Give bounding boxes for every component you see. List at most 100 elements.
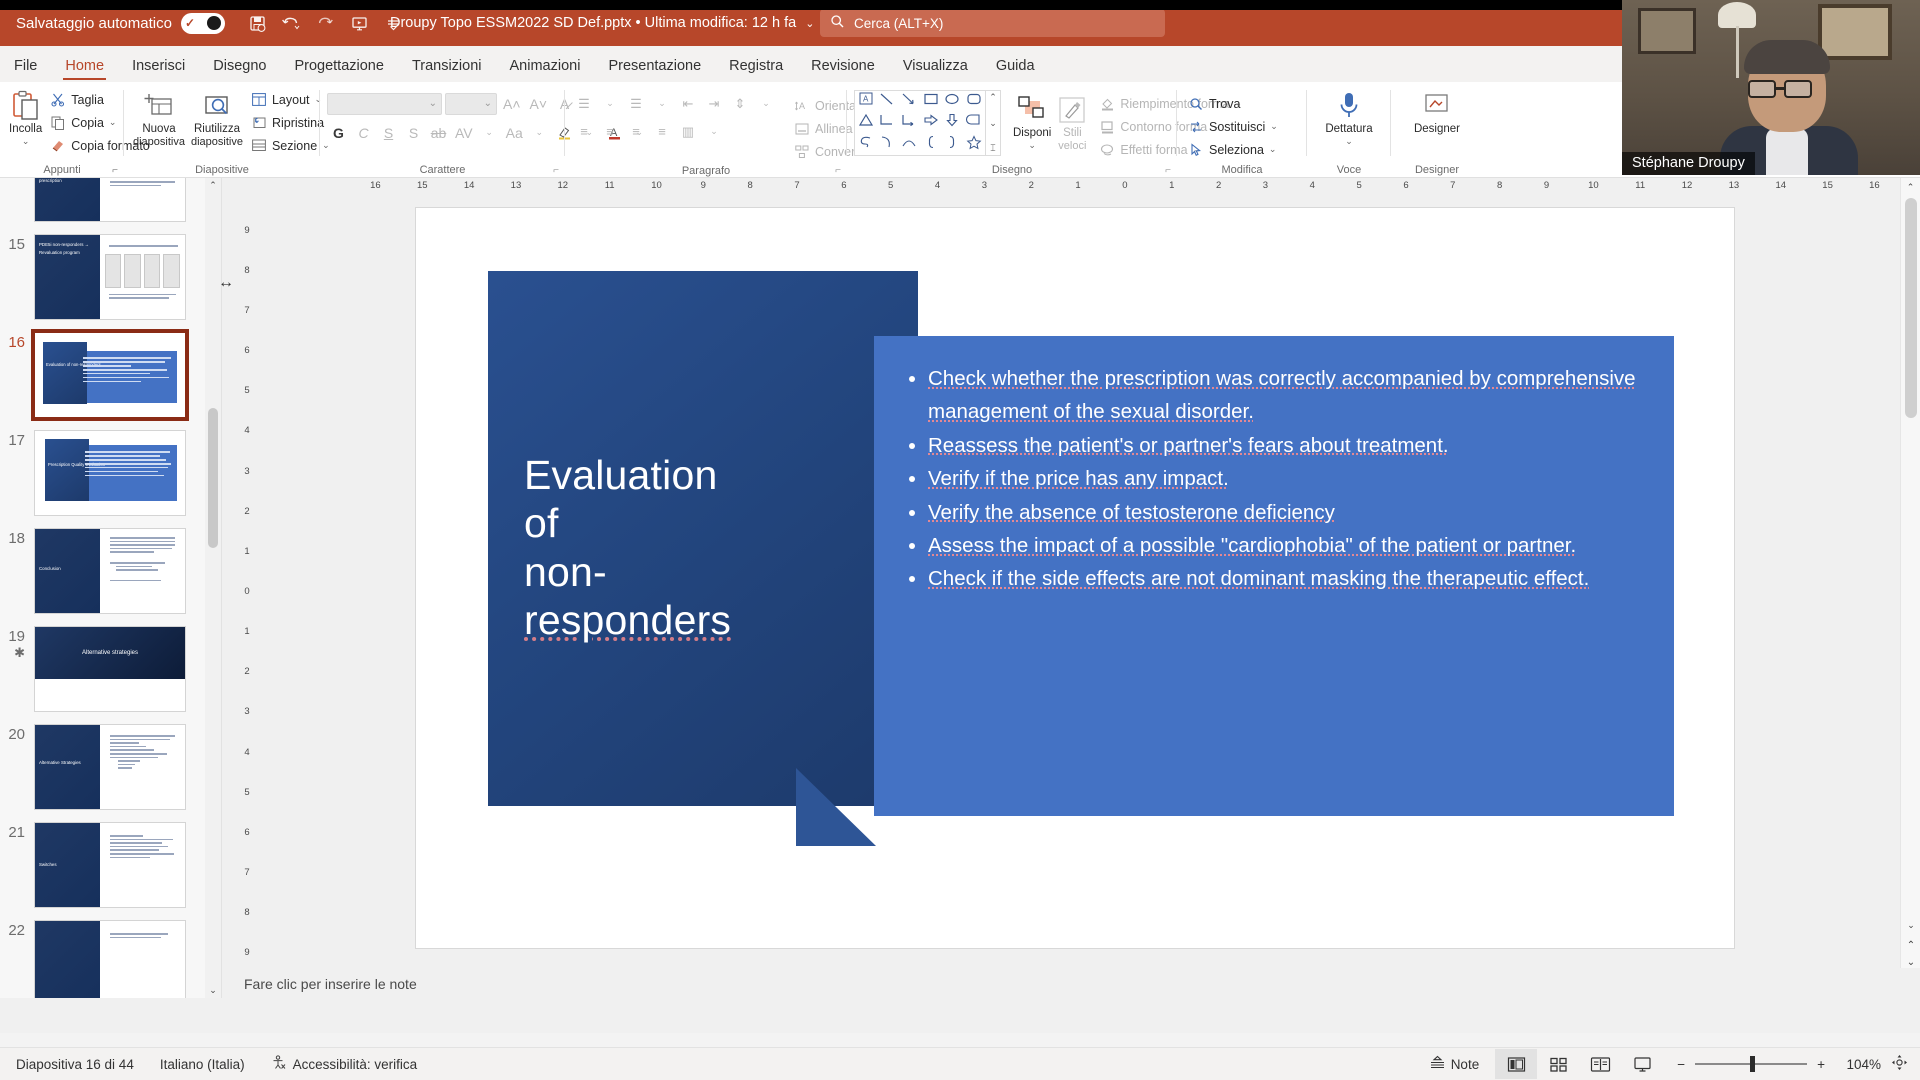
scroll-down-icon[interactable]: ⌄: [1901, 916, 1920, 934]
change-case-button[interactable]: Aa: [503, 121, 526, 144]
zoom-in-button[interactable]: +: [1817, 1057, 1825, 1072]
chevron-down-icon[interactable]: ⌄: [598, 92, 622, 115]
save-icon[interactable]: [243, 8, 273, 38]
notes-pane[interactable]: Fare clic per inserire le note: [232, 968, 1920, 1014]
tab-progettazione[interactable]: Progettazione: [280, 55, 397, 82]
chevron-down-icon[interactable]: ⌄: [650, 92, 674, 115]
flowchart-shape-icon[interactable]: [966, 113, 982, 132]
thumbnail-image[interactable]: prescription: [34, 178, 186, 222]
zoom-track[interactable]: [1695, 1063, 1807, 1065]
ellipse-shape-icon[interactable]: [944, 92, 960, 111]
dialog-launcher-icon[interactable]: ⌐: [553, 165, 559, 176]
bullets-button[interactable]: ☰: [572, 92, 596, 115]
thumbnail-item-19[interactable]: 19 ✱ Alternative strategies: [0, 620, 221, 718]
chevron-down-icon[interactable]: ⌄: [22, 136, 30, 146]
thumbnail-image[interactable]: [34, 920, 186, 998]
thumbnail-item-15[interactable]: 15 PDE5i non-responders → Revaluation pr…: [0, 228, 221, 326]
next-slide-button[interactable]: ⌄: [1901, 957, 1920, 968]
dialog-launcher-icon[interactable]: ⌐: [835, 165, 841, 176]
thumbnail-image[interactable]: PDE5i non-responders → Revaluation progr…: [34, 234, 186, 320]
shapes-grid[interactable]: A: [854, 90, 986, 156]
reuse-slides-button[interactable]: Riutilizza diapositive: [189, 86, 245, 152]
rectangle-shape-icon[interactable]: [923, 92, 939, 111]
strikethrough-button[interactable]: ab: [427, 121, 450, 144]
star-shape-icon[interactable]: [966, 135, 982, 154]
underline-button[interactable]: S: [377, 121, 400, 144]
designer-button[interactable]: Designer: [1408, 86, 1466, 139]
thumbnail-image[interactable]: Conclusion: [34, 528, 186, 614]
tab-guida[interactable]: Guida: [982, 55, 1049, 82]
slide-content-panel[interactable]: Check whether the prescription was corre…: [874, 336, 1674, 816]
down-arrow-shape-icon[interactable]: [944, 113, 960, 132]
zoom-percent[interactable]: 104%: [1835, 1057, 1881, 1072]
shapes-gallery-scrollbar[interactable]: ⌃ ⌄ ⌶: [986, 90, 1001, 156]
thumbnail-item-18[interactable]: 18 Conclusion: [0, 522, 221, 620]
redo-icon[interactable]: [311, 8, 341, 38]
scroll-up-icon[interactable]: ⌃: [1901, 178, 1920, 196]
gallery-more-icon[interactable]: ⌶: [990, 143, 995, 154]
pane-splitter[interactable]: ↔: [222, 178, 232, 998]
document-title[interactable]: Droupy Topo ESSM2022 SD Def.pptx • Ultim…: [390, 15, 814, 31]
rounded-rectangle-shape-icon[interactable]: [966, 92, 982, 111]
normal-view-icon[interactable]: [1495, 1049, 1537, 1079]
columns-button[interactable]: ▥: [676, 120, 700, 143]
line-shape-icon[interactable]: [879, 92, 895, 111]
bold-button[interactable]: G: [327, 121, 350, 144]
decrease-indent-button[interactable]: ⇤: [676, 92, 700, 115]
slide-thumbnail-pane[interactable]: 14 prescription 15 P: [0, 178, 222, 998]
shadow-button[interactable]: S: [402, 121, 425, 144]
tab-revisione[interactable]: Revisione: [797, 55, 889, 82]
start-slideshow-icon[interactable]: [345, 8, 375, 38]
thumbnail-item-20[interactable]: 20 Alternative Strategies: [0, 718, 221, 816]
align-left-button[interactable]: ≡: [572, 120, 596, 143]
chevron-down-icon[interactable]: ⌄: [528, 121, 551, 144]
thumbnail-image[interactable]: Switches: [34, 822, 186, 908]
splitter-grip-icon[interactable]: ↔: [218, 274, 234, 292]
increase-indent-button[interactable]: ⇥: [702, 92, 726, 115]
arc-shape-icon[interactable]: [901, 135, 917, 154]
zoom-slider[interactable]: − + 104%: [1677, 1054, 1908, 1074]
autosave-toggle[interactable]: ✓: [181, 13, 225, 34]
slide-counter[interactable]: Diapositiva 16 di 44: [16, 1057, 134, 1072]
thumbnail-image[interactable]: Alternative Strategies: [34, 724, 186, 810]
select-button[interactable]: Seleziona ⌄: [1184, 138, 1282, 161]
tab-file[interactable]: File: [0, 55, 51, 82]
justify-button[interactable]: ≡: [650, 120, 674, 143]
slide-bullet-list[interactable]: Check whether the prescription was corre…: [906, 362, 1638, 596]
new-slide-button[interactable]: Nuova diapositiva: [131, 86, 187, 152]
font-size-input[interactable]: ⌄: [445, 93, 497, 115]
scribble-shape-icon[interactable]: [858, 135, 874, 154]
chevron-down-icon[interactable]: ⌄: [805, 18, 814, 30]
italic-button[interactable]: C: [352, 121, 375, 144]
thumbnail-item-14[interactable]: 14 prescription: [0, 178, 221, 228]
arrow-shape-icon[interactable]: [901, 92, 917, 111]
scroll-down-icon[interactable]: ⌄: [205, 985, 221, 996]
chevron-down-icon[interactable]: ⌄: [478, 121, 501, 144]
scrollbar-thumb[interactable]: [208, 408, 218, 548]
thumbnail-image[interactable]: Prescription Quality Evaluation: [34, 430, 186, 516]
slide-title[interactable]: Evaluation of non- responders: [524, 451, 904, 645]
chevron-down-icon[interactable]: ⌄: [1028, 140, 1036, 150]
chevron-down-icon[interactable]: ⌄: [429, 98, 437, 109]
tab-registra[interactable]: Registra: [715, 55, 797, 82]
scrollbar-thumb[interactable]: [1905, 198, 1917, 418]
arrange-button[interactable]: Disponi ⌄: [1011, 90, 1053, 154]
chevron-down-icon[interactable]: ⌄: [1345, 136, 1353, 146]
elbow-connector-icon[interactable]: [879, 113, 895, 132]
slideshow-icon[interactable]: [1621, 1049, 1663, 1079]
notes-button[interactable]: Note: [1429, 1055, 1480, 1073]
thumbnail-item-16[interactable]: 16 Evaluation of non-responders: [0, 326, 221, 424]
increase-font-size-button[interactable]: A˄: [500, 92, 524, 115]
thumbnail-image[interactable]: Alternative strategies: [34, 626, 186, 712]
thumbnail-item-21[interactable]: 21 Switches: [0, 816, 221, 914]
character-spacing-button[interactable]: AV: [452, 121, 476, 144]
chevron-down-icon[interactable]: ⌄: [702, 120, 726, 143]
chevron-down-icon[interactable]: ⌄: [109, 117, 117, 128]
textbox-shape-icon[interactable]: A: [858, 92, 874, 111]
left-brace-shape-icon[interactable]: [923, 135, 939, 154]
thumbnail-item-17[interactable]: 17 Prescription Quality Evaluation: [0, 424, 221, 522]
slide-sorter-icon[interactable]: [1537, 1049, 1579, 1079]
chevron-down-icon[interactable]: ⌄: [1269, 144, 1277, 155]
chevron-down-icon[interactable]: ⌄: [754, 92, 778, 115]
paste-button[interactable]: Incolla ⌄: [7, 86, 44, 150]
